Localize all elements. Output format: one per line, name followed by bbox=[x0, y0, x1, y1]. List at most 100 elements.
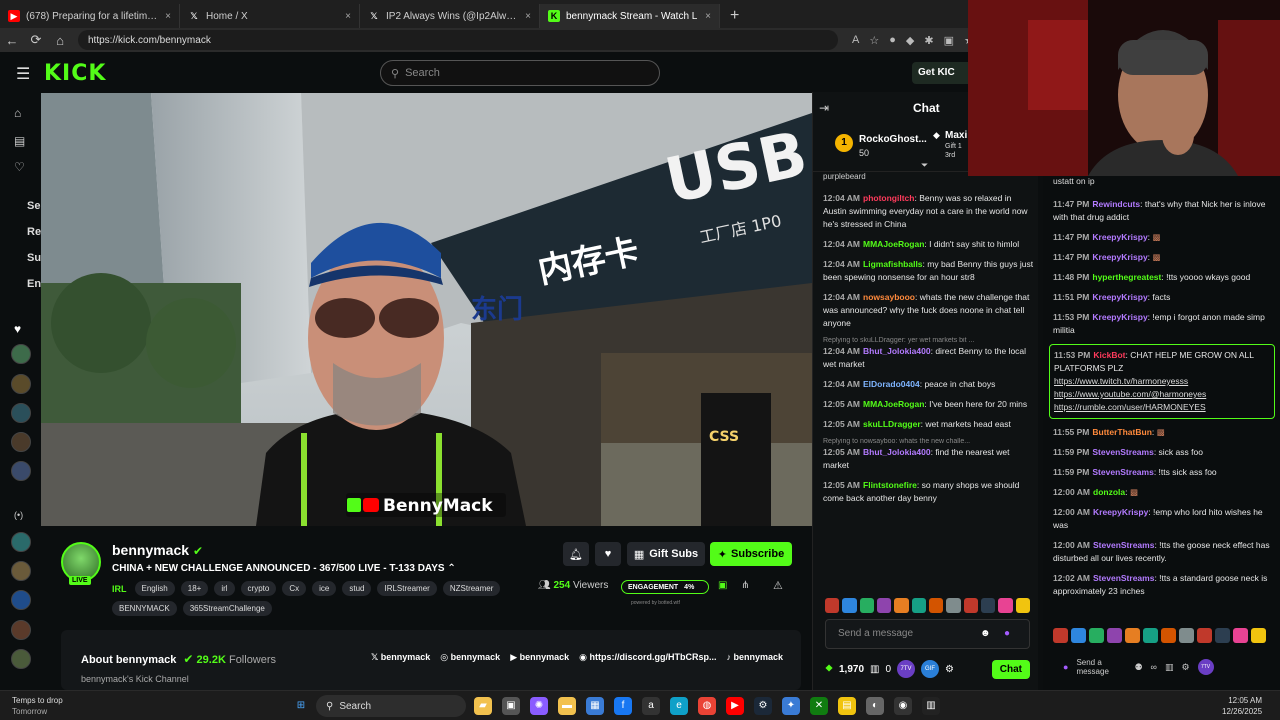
message-username[interactable]: KickBot bbox=[1093, 350, 1125, 360]
emote-icon[interactable] bbox=[1233, 628, 1248, 643]
obs-icon[interactable]: ◉ bbox=[894, 697, 912, 715]
stream-tag[interactable]: stud bbox=[342, 581, 372, 596]
kick-extension-icon[interactable]: ● bbox=[1004, 620, 1010, 648]
message-username[interactable]: KreepyKrispy bbox=[1092, 232, 1147, 242]
emote-icon[interactable] bbox=[980, 598, 996, 613]
heart-icon[interactable]: ♡ bbox=[14, 160, 25, 174]
social-link[interactable]: ◉ https://discord.gg/HTbCRsp... bbox=[579, 652, 716, 663]
notes-icon[interactable]: ▤ bbox=[838, 697, 856, 715]
message-username[interactable]: nowsaybooo bbox=[863, 292, 915, 302]
stream-tag[interactable]: 365StreamChallenge bbox=[182, 601, 272, 616]
url-field[interactable]: https://kick.com/bennymack bbox=[78, 30, 838, 50]
message-username[interactable]: StevenStreams bbox=[1092, 467, 1153, 477]
app-icon[interactable]: ▥ bbox=[922, 697, 940, 715]
gift-subs-button[interactable]: ▦ Gift Subs bbox=[627, 542, 705, 566]
message-username[interactable]: KreepyKrispy bbox=[1092, 312, 1147, 322]
emote-icon[interactable] bbox=[1125, 628, 1140, 643]
search-input[interactable]: ⚲ Search bbox=[380, 60, 660, 86]
stream-tag[interactable]: BENNYMACK bbox=[112, 601, 177, 616]
stream-tag[interactable]: NZStreamer bbox=[442, 581, 501, 596]
close-icon[interactable]: × bbox=[525, 11, 531, 22]
home-icon[interactable]: ⌂ bbox=[48, 33, 72, 48]
emote-icon[interactable] bbox=[998, 598, 1013, 613]
leader-name[interactable]: RockoGhost... bbox=[859, 134, 927, 145]
chat-input[interactable]: Send a message ☻ ● bbox=[825, 619, 1030, 649]
emote-icon[interactable] bbox=[928, 598, 944, 613]
sidebar-channel-avatar[interactable] bbox=[11, 344, 31, 364]
message-username[interactable]: StevenStreams bbox=[1093, 573, 1154, 583]
files-icon[interactable]: ▬ bbox=[558, 697, 576, 715]
emote-icon[interactable] bbox=[1143, 628, 1158, 643]
message-link[interactable]: https://www.youtube.com/@harmoneyes bbox=[1054, 388, 1270, 401]
channel-name[interactable]: bennymack ✔ bbox=[112, 542, 203, 558]
sidebar-channel-avatar[interactable] bbox=[11, 561, 31, 581]
message-username[interactable]: Bhut_Jolokia400 bbox=[863, 447, 931, 457]
message-username[interactable]: photongiltch bbox=[863, 193, 914, 203]
emote-icon[interactable] bbox=[1053, 628, 1068, 643]
menu-icon[interactable]: ☰ bbox=[16, 64, 30, 84]
new-tab-button[interactable]: + bbox=[720, 4, 749, 28]
folder-icon[interactable]: ▰ bbox=[474, 697, 492, 715]
get-kick-button[interactable]: Get KIC bbox=[912, 62, 972, 84]
message-username[interactable]: KreepyKrispy bbox=[1093, 507, 1148, 517]
channel-points[interactable]: 1,970 bbox=[839, 664, 864, 675]
edge-icon[interactable]: e bbox=[670, 697, 688, 715]
follow-button[interactable]: ♥ bbox=[595, 542, 621, 566]
stream-tag[interactable]: ice bbox=[312, 581, 337, 596]
video-player[interactable]: USB 内存卡 工厂店 1P0 东门 CSS BennyMack bbox=[41, 93, 812, 526]
emote-icon[interactable] bbox=[1015, 598, 1030, 613]
sidebar-channel-avatar[interactable] bbox=[11, 374, 31, 394]
stream-tag[interactable]: crypto bbox=[240, 581, 277, 596]
collapse-icon[interactable]: (•) bbox=[14, 510, 23, 520]
close-icon[interactable]: × bbox=[165, 11, 171, 22]
sidebar-channel-avatar[interactable] bbox=[11, 532, 31, 552]
subscribe-button[interactable]: ✦ Subscribe bbox=[710, 542, 792, 566]
emoji-icon[interactable]: ☻ bbox=[980, 620, 991, 648]
youtube-icon[interactable]: ▶ bbox=[726, 697, 744, 715]
read-aloud-icon[interactable]: A bbox=[852, 34, 859, 47]
sidebar-channel-avatar[interactable] bbox=[11, 432, 31, 452]
share-icon[interactable]: ⋔ bbox=[741, 580, 749, 591]
split-icon[interactable]: ▣ bbox=[944, 34, 954, 47]
emote-icon[interactable] bbox=[1107, 628, 1122, 643]
emote-icon[interactable] bbox=[842, 598, 857, 613]
extension-icon[interactable]: ◆ bbox=[906, 34, 914, 47]
app-icon[interactable]: ✦ bbox=[782, 697, 800, 715]
message-username[interactable]: skuLLDragger bbox=[863, 419, 921, 429]
browser-tab[interactable]: Kbennymack Stream - Watch L × bbox=[540, 4, 720, 28]
message-username[interactable]: MMAJoeRogan bbox=[863, 399, 924, 409]
message-username[interactable]: Flintstonefire bbox=[863, 480, 917, 490]
message-username[interactable]: MMAJoeRogan bbox=[863, 239, 924, 249]
steam-icon[interactable]: ⚙ bbox=[754, 697, 772, 715]
app-icon[interactable]: ◐ bbox=[866, 697, 884, 715]
browser-tab[interactable]: 𝕏 IP2 Always Wins (@Ip2AlwaysWin × bbox=[360, 4, 540, 28]
report-icon[interactable]: ⚠ bbox=[773, 579, 783, 592]
xbox-icon[interactable]: ✕ bbox=[810, 697, 828, 715]
chevron-up-icon[interactable]: ⌃ bbox=[447, 563, 455, 574]
social-link[interactable]: 𝕏 bennymack bbox=[371, 652, 430, 663]
emote-icon[interactable] bbox=[1089, 628, 1104, 643]
start-icon[interactable]: ⊞ bbox=[292, 697, 310, 715]
message-username[interactable]: ElDorado0404 bbox=[863, 379, 920, 389]
message-link[interactable]: https://rumble.com/user/HARMONEYES bbox=[1054, 401, 1270, 414]
stats-icon[interactable]: ▣ bbox=[718, 580, 727, 591]
extension-icon[interactable]: ● bbox=[889, 34, 896, 47]
message-username[interactable]: hyperthegreatest bbox=[1092, 272, 1161, 282]
filter-icon[interactable]: ⏷ bbox=[921, 160, 928, 171]
stream-tag[interactable]: Cx bbox=[282, 581, 307, 596]
back-icon[interactable]: ← bbox=[0, 33, 24, 48]
gif-icon[interactable]: GIF bbox=[921, 660, 940, 678]
message-username[interactable]: KreepyKrispy bbox=[1092, 252, 1147, 262]
stream-tag[interactable]: irl bbox=[214, 581, 235, 596]
stream-tag[interactable]: IRLStreamer bbox=[377, 581, 437, 596]
sidebar-channel-avatar[interactable] bbox=[11, 590, 31, 610]
leader-name[interactable]: Maxi bbox=[945, 130, 967, 141]
close-icon[interactable]: × bbox=[345, 11, 351, 22]
emote-icon[interactable] bbox=[825, 598, 840, 613]
social-link[interactable]: ▶ bennymack bbox=[510, 652, 569, 663]
stream-tag[interactable]: 18+ bbox=[180, 581, 209, 596]
close-icon[interactable]: × bbox=[705, 11, 711, 22]
collapse-chat-icon[interactable]: ⇥ bbox=[819, 101, 829, 115]
emote-icon[interactable] bbox=[1071, 628, 1086, 643]
emote-icon[interactable] bbox=[1251, 628, 1266, 643]
